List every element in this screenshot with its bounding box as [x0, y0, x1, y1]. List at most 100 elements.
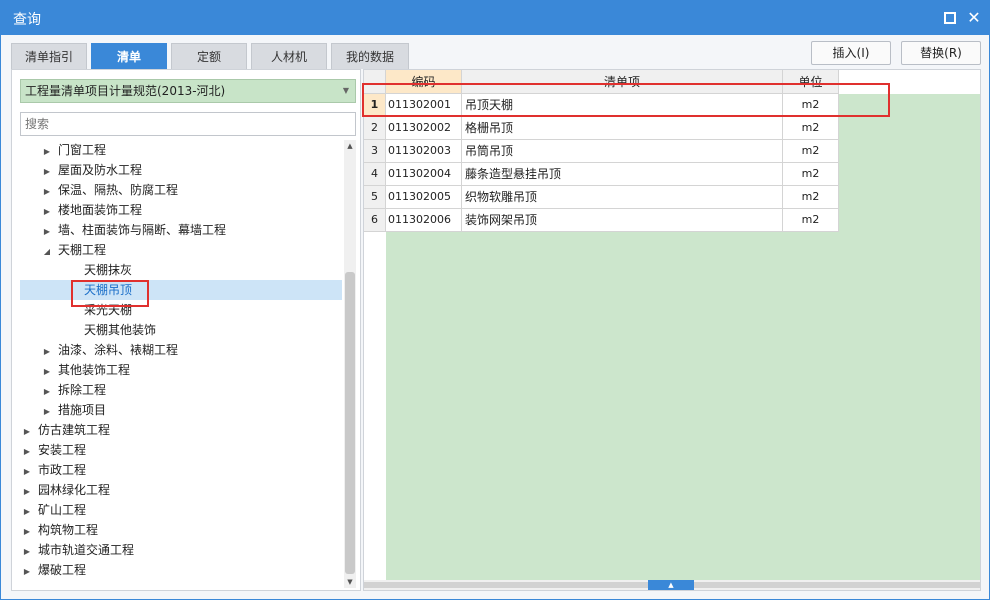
tree-item[interactable]: ▶ 保温、隔热、防腐工程	[20, 180, 342, 200]
title-bar[interactable]: 查询 ✕	[1, 1, 989, 35]
row-number[interactable]: 5	[364, 186, 386, 209]
tree-item[interactable]: ▶ 屋面及防水工程	[20, 160, 342, 180]
tree-item[interactable]: ▶ 仿古建筑工程	[20, 420, 342, 440]
cell-unit[interactable]: m2	[783, 163, 839, 186]
expand-panel-icon[interactable]: ▲	[648, 580, 694, 590]
row-number[interactable]: 4	[364, 163, 386, 186]
row-number[interactable]: 2	[364, 117, 386, 140]
replace-button[interactable]: 替换(R)	[901, 41, 981, 65]
tree-item[interactable]: ▶ 市政工程	[20, 460, 342, 480]
chevron-down-icon[interactable]: ▼	[343, 80, 349, 102]
cell-code[interactable]: 011302004	[386, 163, 462, 186]
scroll-up-icon[interactable]: ▲	[344, 140, 356, 152]
tree-item-label: 构筑物工程	[38, 523, 99, 537]
column-header-name[interactable]: 清单项	[462, 70, 783, 94]
expand-arrow-icon[interactable]: ▶	[42, 182, 52, 202]
tree-item[interactable]: ▶ 楼地面装饰工程	[20, 200, 342, 220]
cell-name[interactable]: 藤条造型悬挂吊顶	[462, 163, 783, 186]
expand-arrow-icon[interactable]: ▶	[22, 562, 32, 582]
tree-item[interactable]: ▶ 园林绿化工程	[20, 480, 342, 500]
cell-unit[interactable]: m2	[783, 209, 839, 232]
cell-name[interactable]: 吊筒吊顶	[462, 140, 783, 163]
table-row[interactable]: 6 011302006 装饰网架吊顶 m2	[364, 209, 839, 232]
search-input[interactable]	[20, 112, 356, 136]
expand-arrow-icon[interactable]: ▶	[22, 442, 32, 462]
tree-item[interactable]: 采光天棚	[20, 300, 342, 320]
tree-item-label: 楼地面装饰工程	[58, 203, 143, 217]
cell-code[interactable]: 011302006	[386, 209, 462, 232]
query-dialog: 查询 ✕ 清单指引 清单 定额 人材机 我的数据 插入(I) 替换(R) 工程量…	[0, 0, 990, 600]
expand-arrow-icon[interactable]: ▶	[22, 422, 32, 442]
cell-unit[interactable]: m2	[783, 94, 839, 117]
collapse-arrow-icon[interactable]: ◢	[42, 242, 52, 262]
spec-select[interactable]: 工程量清单项目计量规范(2013-河北) ▼	[20, 79, 356, 103]
tree-item[interactable]: ▶ 墙、柱面装饰与隔断、幕墙工程	[20, 220, 342, 240]
expand-arrow-icon[interactable]: ▶	[42, 202, 52, 222]
insert-button[interactable]: 插入(I)	[811, 41, 891, 65]
tab-guide[interactable]: 清单指引	[11, 43, 87, 69]
tree-item-label: 保温、隔热、防腐工程	[58, 183, 179, 197]
tree-item[interactable]: 天棚其他装饰	[20, 320, 342, 340]
tree-item[interactable]: ▶ 构筑物工程	[20, 520, 342, 540]
cell-name[interactable]: 格栅吊顶	[462, 117, 783, 140]
tree-scrollbar[interactable]: ▲ ▼	[344, 140, 356, 588]
tree-item[interactable]: ▶ 其他装饰工程	[20, 360, 342, 380]
expand-arrow-icon[interactable]: ▶	[22, 482, 32, 502]
expand-arrow-icon[interactable]: ▶	[42, 342, 52, 362]
tree-item[interactable]: ▶ 油漆、涂料、裱糊工程	[20, 340, 342, 360]
expand-arrow-icon[interactable]: ▶	[42, 142, 52, 162]
cell-code[interactable]: 011302005	[386, 186, 462, 209]
tree-item[interactable]: ▶ 矿山工程	[20, 500, 342, 520]
expand-arrow-icon[interactable]: ▶	[42, 162, 52, 182]
tree-item[interactable]: 天棚抹灰	[20, 260, 342, 280]
dialog-title: 查询	[13, 12, 41, 28]
maximize-icon[interactable]	[939, 7, 961, 29]
tree-item[interactable]: ▶ 拆除工程	[20, 380, 342, 400]
expand-arrow-icon[interactable]: ▶	[42, 362, 52, 382]
tab-my-data[interactable]: 我的数据	[331, 43, 409, 69]
table-row[interactable]: 5 011302005 织物软雕吊顶 m2	[364, 186, 839, 209]
tab-bill[interactable]: 清单	[91, 43, 167, 69]
table-row[interactable]: 1 011302001 吊顶天棚 m2	[364, 94, 839, 117]
tree-item[interactable]: ◢ 天棚工程	[20, 240, 342, 260]
tab-materials[interactable]: 人材机	[251, 43, 327, 69]
cell-code[interactable]: 011302001	[386, 94, 462, 117]
tree-item-label: 天棚工程	[58, 243, 107, 257]
table-row[interactable]: 2 011302002 格栅吊顶 m2	[364, 117, 839, 140]
table-row[interactable]: 3 011302003 吊筒吊顶 m2	[364, 140, 839, 163]
row-number[interactable]: 3	[364, 140, 386, 163]
cell-unit[interactable]: m2	[783, 140, 839, 163]
expand-arrow-icon[interactable]: ▶	[22, 502, 32, 522]
cell-code[interactable]: 011302003	[386, 140, 462, 163]
cell-name[interactable]: 装饰网架吊顶	[462, 209, 783, 232]
tree-item[interactable]: ▶ 城市轨道交通工程	[20, 540, 342, 560]
cell-code[interactable]: 011302002	[386, 117, 462, 140]
expand-arrow-icon[interactable]: ▶	[42, 382, 52, 402]
tree-item[interactable]: ▶ 爆破工程	[20, 560, 342, 580]
tree-item-label: 采光天棚	[84, 303, 133, 317]
column-header-unit[interactable]: 单位	[783, 70, 839, 94]
close-icon[interactable]: ✕	[963, 7, 985, 29]
tree-item-label: 措施项目	[58, 403, 107, 417]
expand-arrow-icon[interactable]: ▶	[42, 402, 52, 422]
tab-quota[interactable]: 定额	[171, 43, 247, 69]
cell-unit[interactable]: m2	[783, 117, 839, 140]
scroll-down-icon[interactable]: ▼	[344, 576, 356, 588]
tree-item[interactable]: 天棚吊顶	[20, 280, 342, 300]
expand-arrow-icon[interactable]: ▶	[42, 222, 52, 242]
row-number[interactable]: 6	[364, 209, 386, 232]
column-header-code[interactable]: 编码	[386, 70, 462, 94]
cell-name[interactable]: 织物软雕吊顶	[462, 186, 783, 209]
tree-item[interactable]: ▶ 门窗工程	[20, 140, 342, 160]
tree-item[interactable]: ▶ 安装工程	[20, 440, 342, 460]
expand-arrow-icon[interactable]: ▶	[22, 522, 32, 542]
row-number[interactable]: 1	[364, 94, 386, 117]
cell-name[interactable]: 吊顶天棚	[462, 94, 783, 117]
table-row[interactable]: 4 011302004 藤条造型悬挂吊顶 m2	[364, 163, 839, 186]
expand-arrow-icon[interactable]: ▶	[22, 462, 32, 482]
grid-scrollbar[interactable]: ▲	[364, 580, 980, 590]
tree-item[interactable]: ▶ 措施项目	[20, 400, 342, 420]
scroll-thumb[interactable]	[345, 272, 355, 574]
expand-arrow-icon[interactable]: ▶	[22, 542, 32, 562]
cell-unit[interactable]: m2	[783, 186, 839, 209]
